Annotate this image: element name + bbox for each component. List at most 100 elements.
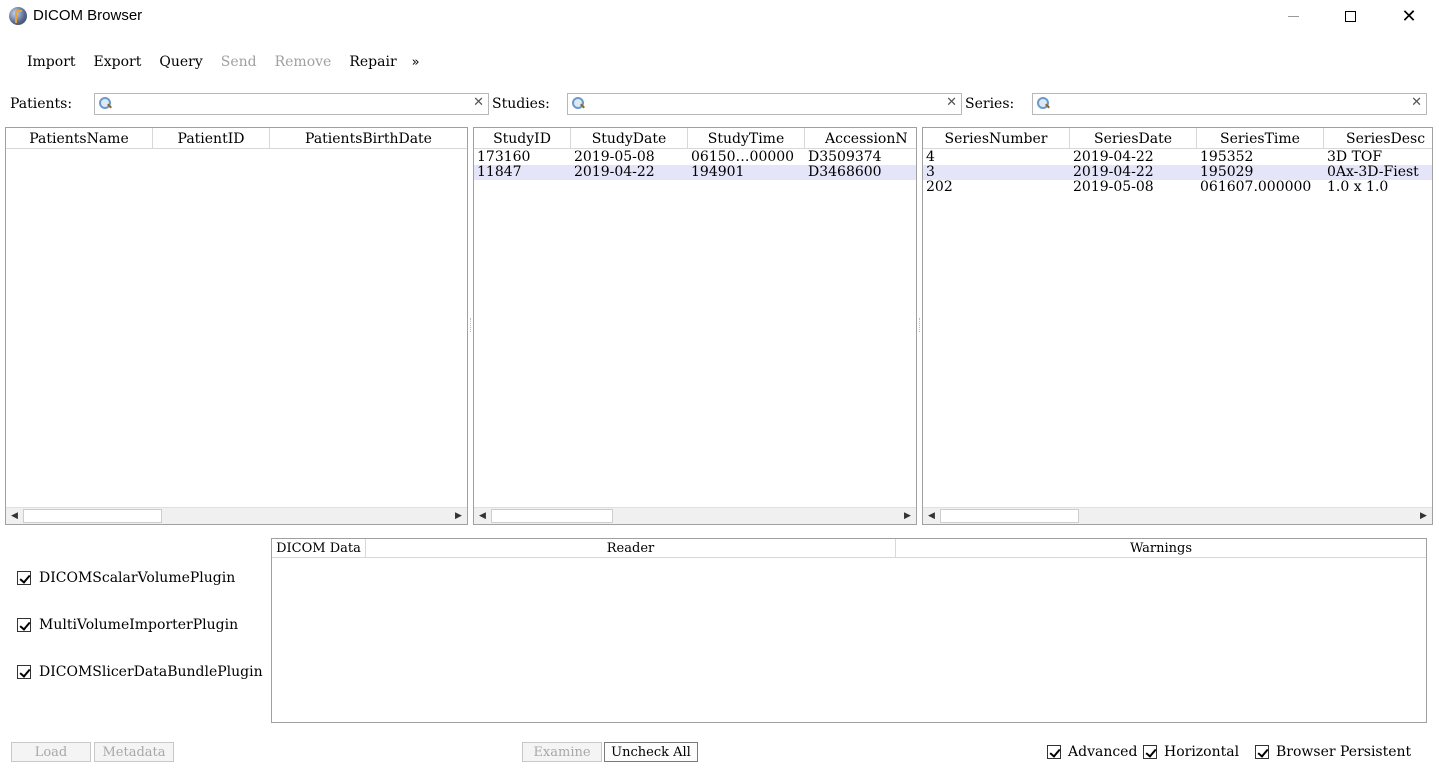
import-button[interactable]: Import — [18, 54, 85, 70]
column-header-patients-name[interactable]: PatientsName — [6, 128, 153, 149]
close-button[interactable]: ✕ — [1386, 0, 1432, 32]
series-date-cell: 2019-04-22 — [1073, 165, 1154, 180]
send-button[interactable]: Send — [212, 54, 266, 70]
column-header-series-date[interactable]: SeriesDate — [1070, 128, 1197, 149]
studies-search-input[interactable] — [588, 95, 938, 113]
table-row[interactable]: 4 2019-04-22 195352 3D TOF — [923, 150, 1432, 165]
scrollbar-thumb[interactable] — [940, 509, 1079, 523]
repair-button[interactable]: Repair — [340, 54, 405, 70]
plugin-dicom-slicer-data-bundle[interactable]: DICOMSlicerDataBundlePlugin — [17, 663, 263, 681]
load-button[interactable]: Load — [11, 742, 91, 762]
minimize-button[interactable] — [1270, 0, 1316, 32]
export-button[interactable]: Export — [85, 54, 151, 70]
column-header-study-date[interactable]: StudyDate — [571, 128, 688, 149]
patients-search-input[interactable] — [115, 95, 465, 113]
horizontal-option[interactable]: Horizontal — [1143, 743, 1239, 761]
patients-table[interactable]: PatientsName PatientID PatientsBirthDate… — [5, 127, 468, 525]
browser-persistent-option[interactable]: Browser Persistent — [1255, 743, 1411, 761]
column-header-series-description[interactable]: SeriesDesc — [1324, 128, 1432, 149]
scroll-left-icon[interactable]: ◀ — [6, 508, 23, 524]
study-time-cell: 194901 — [691, 165, 745, 180]
study-id-cell: 11847 — [477, 165, 522, 180]
studies-search-box: ✕ — [567, 93, 962, 115]
column-header-study-id[interactable]: StudyID — [474, 128, 571, 149]
advanced-option[interactable]: Advanced — [1047, 743, 1137, 761]
column-header-patient-id[interactable]: PatientID — [153, 128, 270, 149]
clear-icon[interactable]: ✕ — [1411, 95, 1422, 110]
horizontal-label: Horizontal — [1164, 744, 1240, 760]
column-header-series-time[interactable]: SeriesTime — [1197, 128, 1324, 149]
accession-number-cell: D3468600 — [808, 165, 882, 180]
column-header-reader[interactable]: Reader — [366, 539, 896, 558]
plugin-dicom-scalar-volume[interactable]: DICOMScalarVolumePlugin — [17, 569, 235, 587]
table-row[interactable]: 202 2019-05-08 061607.000000 1.0 x 1.0 — [923, 180, 1432, 195]
checkbox-checked-icon[interactable] — [17, 665, 31, 679]
horizontal-scrollbar[interactable]: ◀ ▶ — [923, 507, 1432, 524]
column-header-series-number[interactable]: SeriesNumber — [923, 128, 1070, 149]
studies-table[interactable]: StudyID StudyDate StudyTime AccessionN 1… — [473, 127, 917, 525]
studies-search-label: Studies: — [492, 96, 550, 112]
uncheck-all-button[interactable]: Uncheck All — [604, 742, 698, 762]
checkbox-checked-icon[interactable] — [17, 571, 31, 585]
dicom-toolbar: Import Export Query Send Remove Repair » — [18, 50, 426, 74]
scrollbar-thumb[interactable] — [23, 509, 162, 523]
studies-table-body: 173160 2019-05-08 06150…00000 D3509374 1… — [474, 150, 916, 180]
column-header-warnings[interactable]: Warnings — [896, 539, 1426, 558]
study-time-cell: 06150…00000 — [691, 150, 795, 165]
table-row-selected[interactable]: 3 2019-04-22 195029 0Ax-3D-Fiest — [923, 165, 1432, 180]
clear-icon[interactable]: ✕ — [473, 95, 484, 110]
series-description-cell: 1.0 x 1.0 — [1327, 180, 1389, 195]
loadables-table[interactable]: DICOM Data Reader Warnings — [271, 538, 1427, 723]
minimize-icon — [1287, 15, 1299, 17]
study-date-cell: 2019-04-22 — [574, 165, 655, 180]
patients-table-header: PatientsName PatientID PatientsBirthDate — [6, 128, 467, 149]
checkbox-checked-icon[interactable] — [17, 618, 31, 632]
series-search-input[interactable] — [1053, 95, 1403, 113]
scroll-right-icon[interactable]: ▶ — [1415, 508, 1432, 524]
study-id-cell: 173160 — [477, 150, 531, 165]
scroll-left-icon[interactable]: ◀ — [474, 508, 491, 524]
series-table[interactable]: SeriesNumber SeriesDate SeriesTime Serie… — [922, 127, 1433, 525]
scrollbar-thumb[interactable] — [491, 509, 613, 523]
query-button[interactable]: Query — [150, 54, 211, 70]
series-description-cell: 0Ax-3D-Fiest — [1327, 165, 1419, 180]
series-date-cell: 2019-04-22 — [1073, 150, 1154, 165]
metadata-button[interactable]: Metadata — [94, 742, 174, 762]
series-number-cell: 202 — [926, 180, 953, 195]
horizontal-scrollbar[interactable]: ◀ ▶ — [6, 507, 467, 524]
horizontal-scrollbar[interactable]: ◀ ▶ — [474, 507, 916, 524]
checkbox-checked-icon[interactable] — [1255, 745, 1269, 759]
table-row[interactable]: 173160 2019-05-08 06150…00000 D3509374 — [474, 150, 916, 165]
scroll-right-icon[interactable]: ▶ — [899, 508, 916, 524]
patients-search-label: Patients: — [10, 96, 73, 112]
studies-table-header: StudyID StudyDate StudyTime AccessionN — [474, 128, 916, 149]
plugin-label: MultiVolumeImporterPlugin — [39, 617, 239, 633]
search-icon — [572, 97, 584, 109]
table-row-selected[interactable]: 11847 2019-04-22 194901 D3468600 — [474, 165, 916, 180]
patients-search-box: ✕ — [94, 93, 489, 115]
search-icon — [1037, 97, 1049, 109]
scroll-left-icon[interactable]: ◀ — [923, 508, 940, 524]
checkbox-checked-icon[interactable] — [1143, 745, 1157, 759]
remove-button[interactable]: Remove — [266, 54, 341, 70]
examine-button[interactable]: Examine — [522, 742, 602, 762]
column-header-accession-number[interactable]: AccessionN — [805, 128, 916, 149]
scroll-right-icon[interactable]: ▶ — [450, 508, 467, 524]
series-date-cell: 2019-05-08 — [1073, 180, 1154, 195]
toolbar-overflow-button[interactable]: » — [406, 55, 426, 70]
maximize-button[interactable] — [1327, 0, 1373, 32]
column-header-dicom-data[interactable]: DICOM Data — [272, 539, 366, 558]
plugin-multivolume-importer[interactable]: MultiVolumeImporterPlugin — [17, 616, 238, 634]
advanced-label: Advanced — [1068, 744, 1138, 760]
maximize-icon — [1344, 10, 1356, 22]
column-header-patients-birth-date[interactable]: PatientsBirthDate — [270, 128, 467, 149]
series-number-cell: 4 — [926, 150, 935, 165]
checkbox-checked-icon[interactable] — [1047, 745, 1061, 759]
title-bar: DICOM Browser ✕ — [0, 0, 1439, 34]
loadables-table-header: DICOM Data Reader Warnings — [272, 539, 1426, 558]
column-header-study-time[interactable]: StudyTime — [688, 128, 805, 149]
series-time-cell: 195352 — [1200, 150, 1254, 165]
clear-icon[interactable]: ✕ — [946, 95, 957, 110]
series-time-cell: 061607.000000 — [1200, 180, 1312, 195]
plugin-label: DICOMScalarVolumePlugin — [39, 570, 236, 586]
